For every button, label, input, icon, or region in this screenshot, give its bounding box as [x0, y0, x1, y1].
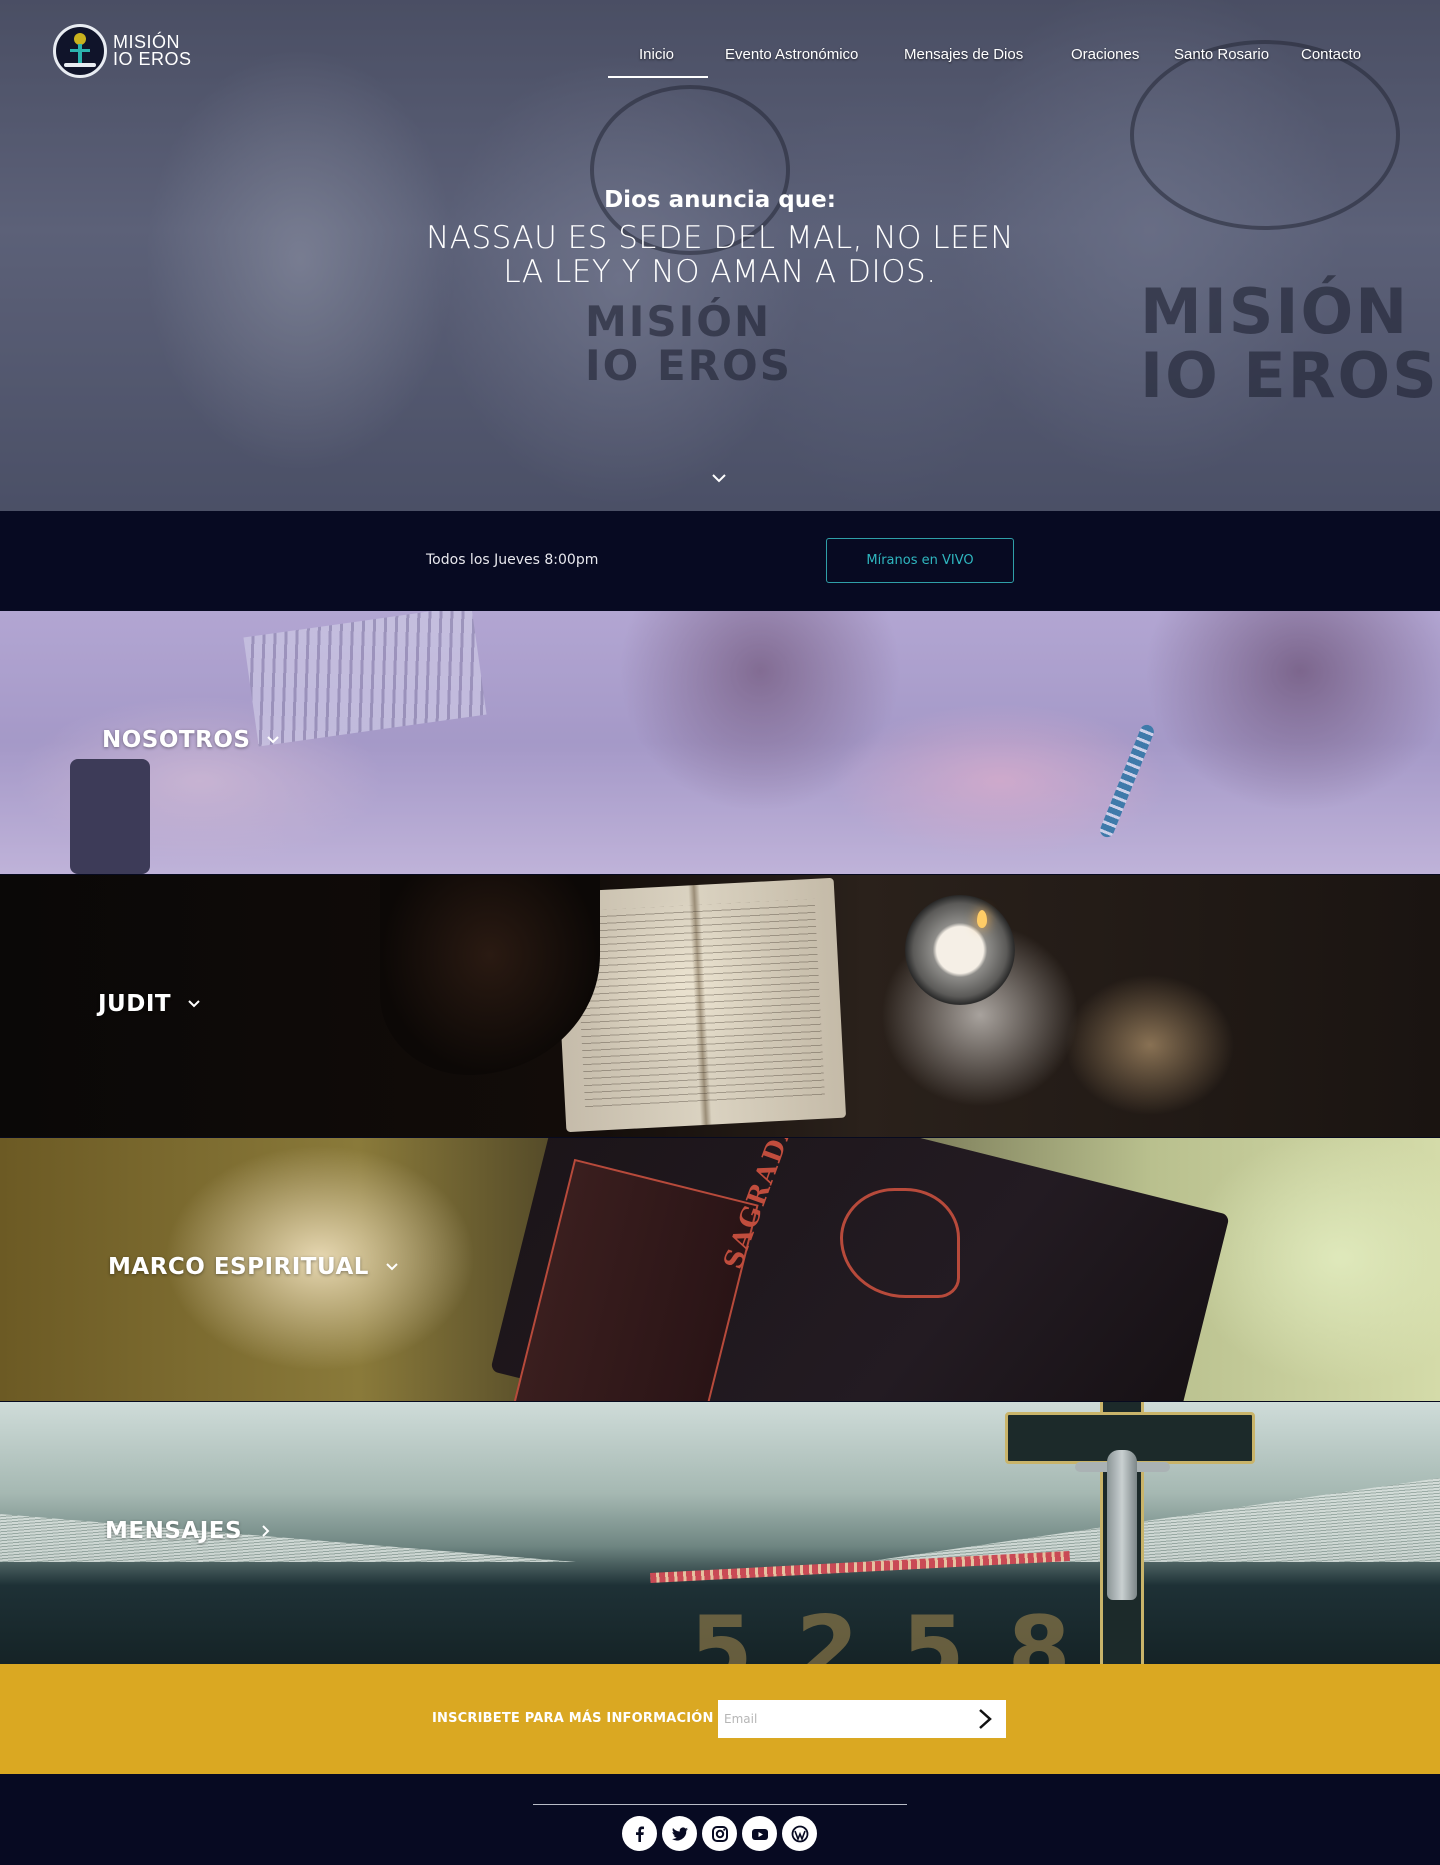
- chevron-right-icon: [262, 1525, 270, 1537]
- nav-item-oraciones[interactable]: Oraciones: [1071, 46, 1139, 63]
- newsletter-submit-button[interactable]: [970, 1704, 1000, 1734]
- bookmark-ribbon-image: [650, 1551, 1070, 1583]
- instagram-link[interactable]: [702, 1816, 737, 1851]
- social-links: [622, 1816, 817, 1851]
- wordpress-link[interactable]: [782, 1816, 817, 1851]
- nav-item-mensajes-de-dios[interactable]: Mensajes de Dios: [904, 46, 1023, 63]
- hero-section: MISIÓN IO EROS MISIÓN IO EROS MISIÓN IO …: [0, 0, 1440, 511]
- candle-flame-image: [977, 910, 987, 928]
- section-nosotros[interactable]: NOSOTROS: [0, 611, 1440, 874]
- twitter-icon: [671, 1826, 688, 1840]
- section-label-judit[interactable]: JUDIT: [98, 991, 201, 1017]
- email-field[interactable]: [718, 1700, 1006, 1738]
- live-schedule-text: Todos los Jueves 8:00pm: [426, 552, 599, 568]
- section-judit[interactable]: JUDIT: [0, 875, 1440, 1137]
- section-marco-espiritual[interactable]: SAGRADA MARCO ESPIRITUAL: [0, 1138, 1440, 1401]
- nav-item-contacto[interactable]: Contacto: [1301, 46, 1361, 63]
- chevron-down-icon: [188, 1000, 200, 1008]
- facebook-icon: [635, 1826, 644, 1842]
- nav-item-evento-astronomico[interactable]: Evento Astronómico: [725, 46, 858, 63]
- youtube-link[interactable]: [742, 1816, 777, 1851]
- section-label-marco-espiritual[interactable]: MARCO ESPIRITUAL: [108, 1254, 399, 1280]
- section-label-mensajes[interactable]: MENSAJES: [105, 1518, 272, 1544]
- newsletter-label: INSCRIBETE PARA MÁS INFORMACIÓN: [432, 1711, 714, 1726]
- scroll-down-chevron-icon[interactable]: [711, 470, 727, 486]
- wordpress-icon: [791, 1825, 808, 1842]
- youtube-icon: [751, 1828, 768, 1840]
- section-label-nosotros[interactable]: NOSOTROS: [102, 727, 280, 753]
- twitter-link[interactable]: [662, 1816, 697, 1851]
- watch-live-button[interactable]: Míranos en VIVO: [826, 538, 1014, 583]
- live-schedule-bar: Todos los Jueves 8:00pm Míranos en VIVO: [0, 511, 1440, 611]
- footer-divider: [533, 1804, 907, 1805]
- nav-active-indicator: [608, 76, 708, 78]
- nav-item-inicio[interactable]: Inicio: [639, 46, 674, 63]
- hero-subtitle: Dios anuncia que:: [604, 187, 836, 213]
- nav-item-santo-rosario[interactable]: Santo Rosario: [1174, 46, 1269, 63]
- hero-title: NASSAU ES SEDE DEL MAL, NO LEEN LA LEY Y…: [426, 220, 1014, 290]
- candle-image: [905, 895, 1015, 1005]
- main-nav: Inicio Evento Astronómico Mensajes de Di…: [0, 46, 1440, 76]
- facebook-link[interactable]: [622, 1816, 657, 1851]
- chevron-down-icon: [267, 736, 280, 744]
- section-mensajes[interactable]: 5 2 5 8 MENSAJES: [0, 1402, 1440, 1664]
- instagram-icon: [711, 1825, 728, 1842]
- chevron-down-icon: [386, 1263, 398, 1271]
- arrow-right-icon: [979, 1709, 992, 1729]
- footer: [0, 1774, 1440, 1865]
- newsletter-section: INSCRIBETE PARA MÁS INFORMACIÓN: [0, 1664, 1440, 1774]
